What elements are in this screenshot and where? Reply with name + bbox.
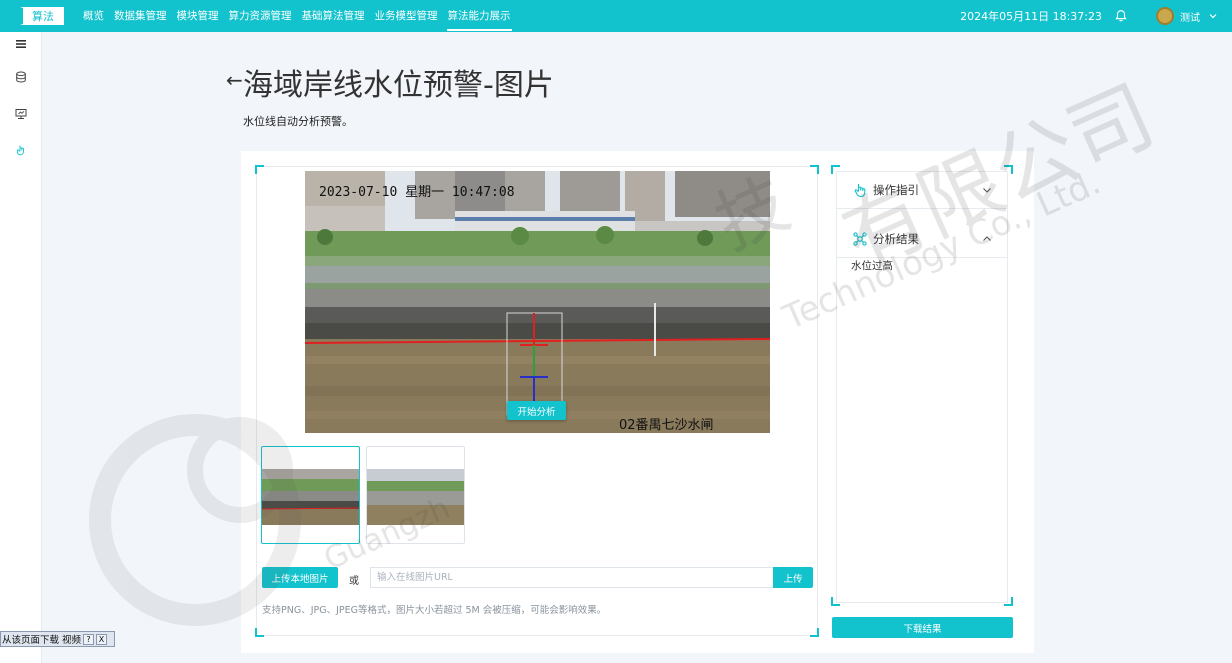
pointer-icon[interactable] (13, 142, 29, 158)
corner-mark (831, 597, 840, 606)
nav-item-compute[interactable]: 算力资源管理 (224, 0, 297, 32)
datetime: 2024年05月11日 18:37:23 (960, 10, 1102, 23)
sidebar (0, 32, 42, 663)
close-button[interactable]: X (96, 633, 108, 645)
molecule-icon (853, 231, 867, 246)
download-result-button[interactable]: 下载结果 (832, 617, 1013, 638)
corner-mark (1004, 597, 1013, 606)
preview-image: 2023-07-10 星期一 10:47:08 02番禺七沙水闸 (305, 171, 770, 433)
page-title: 海域岸线水位预警-图片 (243, 68, 554, 103)
menu-icon[interactable] (13, 36, 29, 52)
guide-title: 操作指引 (873, 182, 919, 197)
nav-item-overview[interactable]: 概览 (78, 0, 109, 32)
image-timestamp: 2023-07-10 星期一 10:47:08 (319, 185, 515, 200)
chevron-down-icon[interactable] (982, 185, 992, 195)
top-bar: 算法 概览 数据集管理 模块管理 算力资源管理 基础算法管理 业务模型管理 算法… (0, 0, 1232, 32)
top-right-area: 2024年05月11日 18:37:23 测试 (960, 0, 1232, 32)
username[interactable]: 测试 (1180, 9, 1200, 24)
back-arrow-icon[interactable]: ← (226, 68, 243, 92)
nav-item-modules[interactable]: 模块管理 (172, 0, 224, 32)
monitor-icon[interactable] (13, 106, 29, 122)
corner-mark (810, 628, 819, 637)
chevron-up-icon[interactable] (982, 234, 992, 244)
corner-mark (810, 165, 819, 174)
logo: 算法 (20, 7, 64, 25)
thumbnail-1[interactable] (261, 446, 360, 544)
result-title: 分析结果 (873, 231, 919, 246)
bell-icon[interactable] (1114, 9, 1128, 23)
start-analysis-button[interactable]: 开始分析 (507, 401, 566, 420)
avatar[interactable] (1156, 7, 1174, 25)
help-button[interactable]: ? (83, 633, 95, 645)
corner-mark (255, 165, 264, 174)
main-nav: 概览 数据集管理 模块管理 算力资源管理 基础算法管理 业务模型管理 算法能力展… (78, 0, 516, 32)
page-description: 水位线自动分析预警。 (243, 115, 353, 128)
database-icon[interactable] (13, 69, 29, 85)
nav-item-business-models[interactable]: 业务模型管理 (370, 0, 443, 32)
download-video-link[interactable]: 从该页面下载 视频 (1, 632, 81, 646)
corner-mark (255, 628, 264, 637)
floating-download-bar: 从该页面下载 视频 ? X (0, 631, 115, 647)
thumbnail-2[interactable] (366, 446, 465, 544)
or-label: 或 (349, 576, 359, 587)
upload-local-image-button[interactable]: 上传本地图片 (262, 567, 338, 588)
image-url-input[interactable] (370, 567, 774, 588)
nav-item-datasets[interactable]: 数据集管理 (109, 0, 172, 32)
chevron-down-icon[interactable] (1208, 11, 1218, 21)
riverbank-photo: 2023-07-10 星期一 10:47:08 02番禺七沙水闸 (305, 171, 770, 433)
nav-item-showcase[interactable]: 算法能力展示 (443, 0, 516, 32)
upload-hint: 支持PNG、JPG、JPEG等格式，图片大小若超过 5M 会被压缩，可能会影响效… (262, 605, 607, 616)
guide-section-header[interactable]: 操作指引 (837, 171, 1007, 209)
analysis-result: 水位过高 (851, 260, 893, 272)
image-location: 02番禺七沙水闸 (619, 418, 714, 433)
result-section-header[interactable]: 分析结果 (837, 220, 1007, 258)
nav-item-base-algorithms[interactable]: 基础算法管理 (297, 0, 370, 32)
hand-pointer-icon (854, 183, 866, 197)
url-upload-button[interactable]: 上传 (773, 567, 813, 588)
